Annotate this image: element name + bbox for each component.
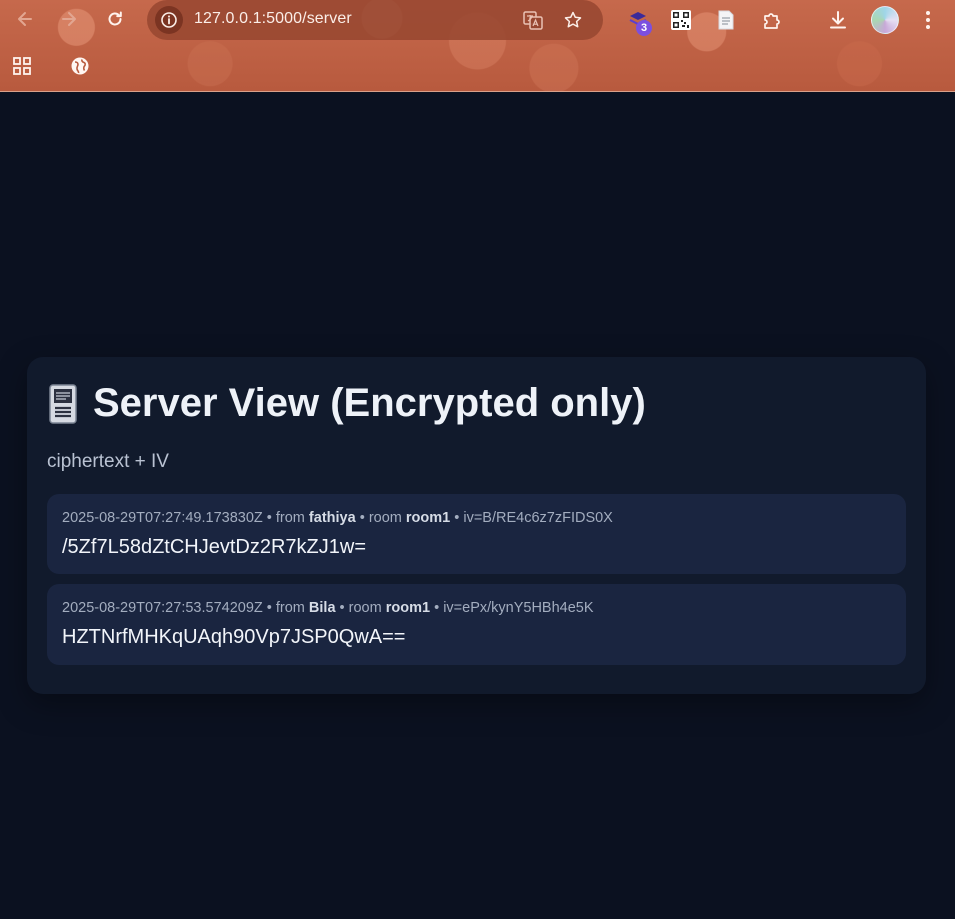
room-label: room: [348, 600, 382, 616]
translate-button[interactable]: [521, 8, 545, 32]
puzzle-icon: [764, 13, 780, 29]
arrow-left-icon: [18, 12, 32, 26]
address-bar[interactable]: 127.0.0.1:5000/server: [147, 0, 603, 40]
message-iv: iv=ePx/kynY5HBh4e5K: [443, 600, 594, 616]
message-meta: 2025-08-29T07:27:53.574209Z • from Bila …: [62, 600, 594, 616]
extensions-button[interactable]: [758, 6, 786, 34]
kebab-menu-icon: [926, 11, 930, 29]
browser-menu-button[interactable]: [914, 6, 942, 34]
star-icon: [564, 11, 582, 28]
pager-icon: [49, 383, 77, 424]
message-room: room1: [405, 510, 451, 526]
message-sender: fathiya: [308, 510, 356, 526]
bookmark-button[interactable]: [561, 8, 585, 32]
message-iv: iv=B/RE4c6z7zFIDS0X: [463, 510, 613, 526]
message-item: 2025-08-29T07:27:49.173830Z • from fathi…: [47, 494, 906, 574]
message-ciphertext: HZTNrfMHKqUAqh90Vp7JSP0QwA==: [62, 626, 406, 648]
message-meta: 2025-08-29T07:27:49.173830Z • from fathi…: [62, 510, 613, 526]
reload-button[interactable]: [100, 4, 130, 34]
forward-button[interactable]: [54, 4, 84, 34]
from-label: from: [275, 510, 305, 526]
message-item: 2025-08-29T07:27:53.574209Z • from Bila …: [47, 584, 906, 665]
from-label: from: [275, 600, 305, 616]
reload-icon: [108, 11, 122, 26]
translate-icon: [523, 11, 543, 30]
message-timestamp: 2025-08-29T07:27:49.173830Z: [62, 510, 263, 526]
qr-code-icon: [671, 10, 691, 30]
message-ciphertext: /5Zf7L58dZtCHJevtDz2R7kZJ1w=: [62, 536, 367, 558]
extension-badge: 3: [636, 20, 652, 36]
globe-icon: [71, 57, 89, 75]
browser-toolbar: 127.0.0.1:5000/server 3: [0, 0, 955, 92]
download-icon: [830, 11, 846, 29]
downloads-button[interactable]: [824, 6, 852, 34]
server-view-card: Server View (Encrypted only) ciphertext …: [27, 357, 926, 694]
url-text[interactable]: 127.0.0.1:5000/server: [194, 10, 352, 28]
reader-button[interactable]: [712, 6, 740, 34]
message-timestamp: 2025-08-29T07:27:53.574209Z: [62, 600, 263, 616]
apps-grid-icon: [13, 57, 31, 75]
message-sender: Bila: [308, 600, 336, 616]
arrow-right-icon: [62, 12, 76, 26]
room-label: room: [368, 510, 402, 526]
document-icon: [718, 10, 734, 30]
site-info-button[interactable]: [155, 6, 183, 34]
info-icon: [161, 12, 177, 28]
page-title: Server View (Encrypted only): [47, 381, 646, 426]
back-button[interactable]: [10, 4, 40, 34]
page-title-text: Server View (Encrypted only): [93, 381, 646, 425]
message-room: room1: [385, 600, 431, 616]
qr-code-button[interactable]: [667, 6, 695, 34]
bookmark-globe[interactable]: [68, 54, 92, 78]
profile-avatar[interactable]: [871, 6, 899, 34]
apps-shortcut[interactable]: [10, 54, 34, 78]
page-subtitle: ciphertext + IV: [47, 451, 169, 472]
